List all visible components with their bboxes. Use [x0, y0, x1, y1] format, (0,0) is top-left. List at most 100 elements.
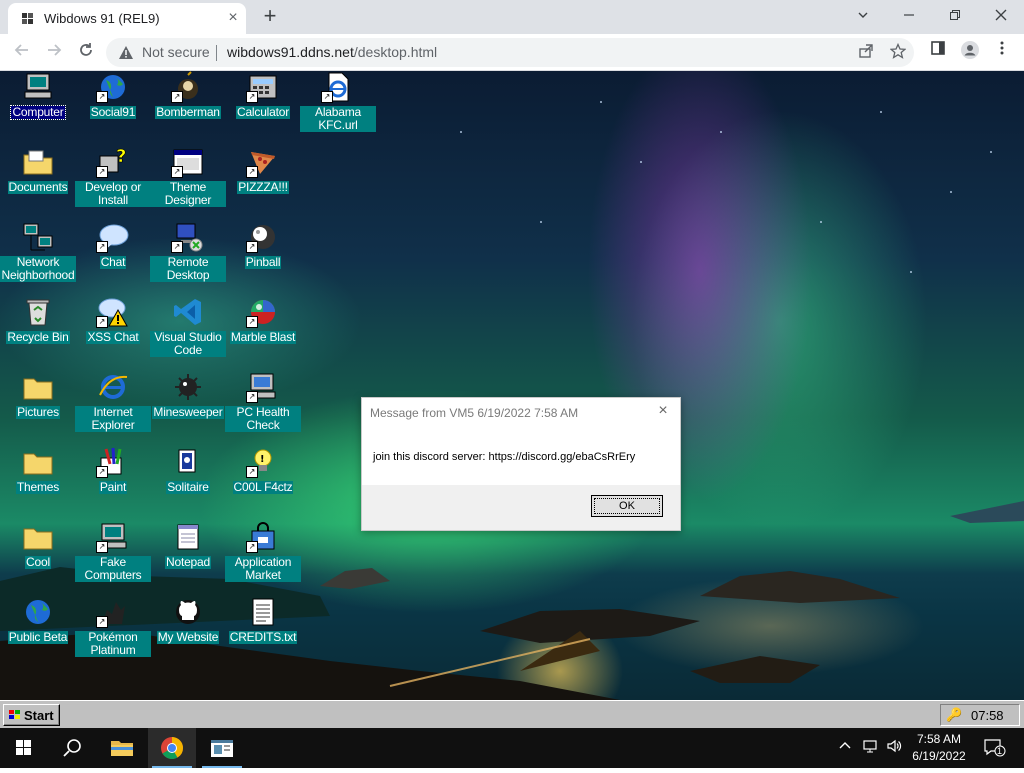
network-icon[interactable]	[862, 738, 878, 757]
windows-logo-icon	[9, 710, 20, 719]
close-window-button[interactable]	[986, 5, 1016, 27]
shortcut-arrow-icon: ↗	[246, 466, 258, 478]
browser-tab[interactable]: Wibdows 91 (REL9) ×	[8, 3, 246, 34]
computer-icon	[21, 71, 55, 103]
not-secure-label[interactable]: Not secure	[142, 44, 210, 60]
message-dialog[interactable]: Message from VM5 6/19/2022 7:58 AM × joi…	[361, 397, 681, 531]
desktop-icon-recycle-bin[interactable]: Recycle Bin	[0, 296, 76, 346]
new-tab-button[interactable]: +	[258, 5, 282, 29]
window-icon: ↗	[171, 146, 205, 178]
shortcut-arrow-icon: ↗	[96, 616, 108, 628]
search-icon[interactable]	[48, 728, 96, 768]
desktop-icon-c00l-f4ctz[interactable]: ! ↗ C00L F4ctz	[225, 446, 301, 496]
kebab-menu-icon[interactable]	[990, 40, 1014, 64]
desktop-icon-solitaire[interactable]: Solitaire	[150, 446, 226, 496]
omnibox-divider	[216, 45, 217, 61]
desktop-icon-label: Alabama KFC.url	[300, 106, 376, 132]
system-clock[interactable]: 7:58 AM 6/19/2022	[907, 731, 971, 765]
chevron-up-icon[interactable]	[838, 738, 852, 755]
svg-text:?: ?	[116, 146, 126, 167]
desktop-icon-xss-chat[interactable]: ↗ XSS Chat	[75, 296, 151, 346]
notification-center-icon[interactable]: 1	[984, 739, 1006, 757]
desktop-icon-computer[interactable]: Computer	[0, 71, 76, 121]
desktop-icon-documents[interactable]: Documents	[0, 146, 76, 196]
desktop-icon-visual-studio-code[interactable]: Visual Studio Code	[150, 296, 226, 359]
start-button[interactable]: Start	[3, 704, 60, 726]
warning-triangle-icon[interactable]	[118, 45, 134, 61]
shortcut-arrow-icon: ↗	[96, 91, 108, 103]
windows-flag-icon	[22, 13, 33, 24]
desktop-icon-public-beta[interactable]: Public Beta	[0, 596, 76, 646]
remote-desktop-icon: ↗	[171, 221, 205, 253]
desktop-icon-pictures[interactable]: Pictures	[0, 371, 76, 421]
warning-chat-icon: ↗	[96, 296, 130, 328]
notification-count: 1	[997, 746, 1003, 756]
desktop-icon-label: Minesweeper	[152, 405, 224, 419]
shortcut-arrow-icon: ↗	[321, 91, 333, 103]
close-icon[interactable]: ×	[654, 402, 672, 420]
desktop-icon-my-website[interactable]: My Website	[150, 596, 226, 646]
desktop-icon-paint[interactable]: ↗ Paint	[75, 446, 151, 496]
desktop-icon-label: My Website	[156, 630, 220, 644]
desktop-icon-marble-blast[interactable]: ↗ Marble Blast	[225, 296, 301, 346]
forward-arrow-icon[interactable]	[42, 40, 66, 64]
restore-button[interactable]	[940, 5, 970, 27]
desktop-icon-pok-mon-platinum[interactable]: ↗ Pokémon Platinum	[75, 596, 151, 659]
chrome-icon[interactable]	[148, 728, 196, 768]
tab-search-chevron-icon[interactable]	[848, 5, 878, 27]
shortcut-arrow-icon: ↗	[246, 166, 258, 178]
app-window-icon[interactable]	[198, 728, 246, 768]
desktop-icon-internet-explorer[interactable]: Internet Explorer	[75, 371, 151, 434]
file-explorer-icon[interactable]	[98, 728, 146, 768]
ok-button[interactable]: OK	[591, 495, 663, 517]
desktop-icon-remote-desktop[interactable]: ↗ Remote Desktop	[150, 221, 226, 284]
desktop-icon-label: Documents	[7, 180, 69, 194]
tab-title: Wibdows 91 (REL9)	[44, 11, 160, 26]
windows-start-icon[interactable]	[0, 728, 48, 768]
desktop-icon-label: Internet Explorer	[75, 406, 151, 432]
wibdows-taskbar: Start 🔑 07:58	[0, 700, 1024, 728]
desktop-icon-pinball[interactable]: ↗ Pinball	[225, 221, 301, 271]
desktop-icon-pizzza[interactable]: ↗ PIZZZA!!!	[225, 146, 301, 196]
pc-health-icon: ↗	[246, 371, 280, 403]
minimize-button[interactable]	[894, 5, 924, 27]
desktop-icon-label: Theme Designer	[150, 181, 226, 207]
url-text[interactable]: wibdows91.ddns.net/desktop.html	[227, 44, 437, 60]
wibdows-desktop[interactable]: Computer ↗ Social91 ↗ Bomberman ↗ Calculator ↗ A…	[0, 71, 1024, 700]
tray-clock[interactable]: 07:58	[971, 708, 1004, 723]
github-icon	[171, 596, 205, 628]
tab-close-icon[interactable]: ×	[224, 9, 242, 27]
desktop-icon-label: Pictures	[16, 405, 60, 419]
desktop-icon-label: Remote Desktop	[150, 256, 226, 282]
desktop-icon-fake-computers[interactable]: ↗ Fake Computers	[75, 521, 151, 584]
desktop-icon-application-market[interactable]: ↗ Application Market	[225, 521, 301, 584]
desktop-icon-chat[interactable]: ↗ Chat	[75, 221, 151, 271]
desktop-icon-theme-designer[interactable]: ↗ Theme Designer	[150, 146, 226, 209]
desktop-icon-develop-or-install[interactable]: ? ↗ Develop or Install	[75, 146, 151, 209]
reload-icon[interactable]	[74, 40, 98, 64]
profile-avatar-icon[interactable]	[958, 40, 982, 64]
desktop-icon-pc-health-check[interactable]: ↗ PC Health Check	[225, 371, 301, 434]
side-panel-icon[interactable]	[926, 40, 950, 64]
volume-icon[interactable]	[886, 738, 902, 757]
desktop-icon-themes[interactable]: Themes	[0, 446, 76, 496]
desktop-icon-network-neighborhood[interactable]: Network Neighborhood	[0, 221, 76, 284]
desktop-icon-minesweeper[interactable]: Minesweeper	[150, 371, 226, 421]
desktop-icon-alabama-kfc-url[interactable]: ↗ Alabama KFC.url	[300, 71, 376, 134]
browser-toolbar: Not secure wibdows91.ddns.net/desktop.ht…	[0, 34, 1024, 71]
desktop-icon-cool[interactable]: Cool	[0, 521, 76, 571]
share-icon[interactable]	[856, 43, 876, 63]
shortcut-arrow-icon: ↗	[171, 166, 183, 178]
bookmark-star-icon[interactable]	[888, 42, 908, 63]
desktop-icon-calculator[interactable]: ↗ Calculator	[225, 71, 301, 121]
back-arrow-icon[interactable]	[10, 40, 34, 64]
address-bar[interactable]: Not secure wibdows91.ddns.net/desktop.ht…	[106, 38, 914, 67]
desktop-icon-social91[interactable]: ↗ Social91	[75, 71, 151, 121]
key-icon[interactable]: 🔑	[946, 708, 962, 722]
desktop-icon-notepad[interactable]: Notepad	[150, 521, 226, 571]
desktop-icon-bomberman[interactable]: ↗ Bomberman	[150, 71, 226, 121]
dialog-message: join this discord server: https://discor…	[373, 451, 636, 463]
recycle-bin-icon	[21, 296, 55, 328]
desktop-icon-credits-txt[interactable]: CREDITS.txt	[225, 596, 301, 646]
calculator-icon: ↗	[246, 71, 280, 103]
